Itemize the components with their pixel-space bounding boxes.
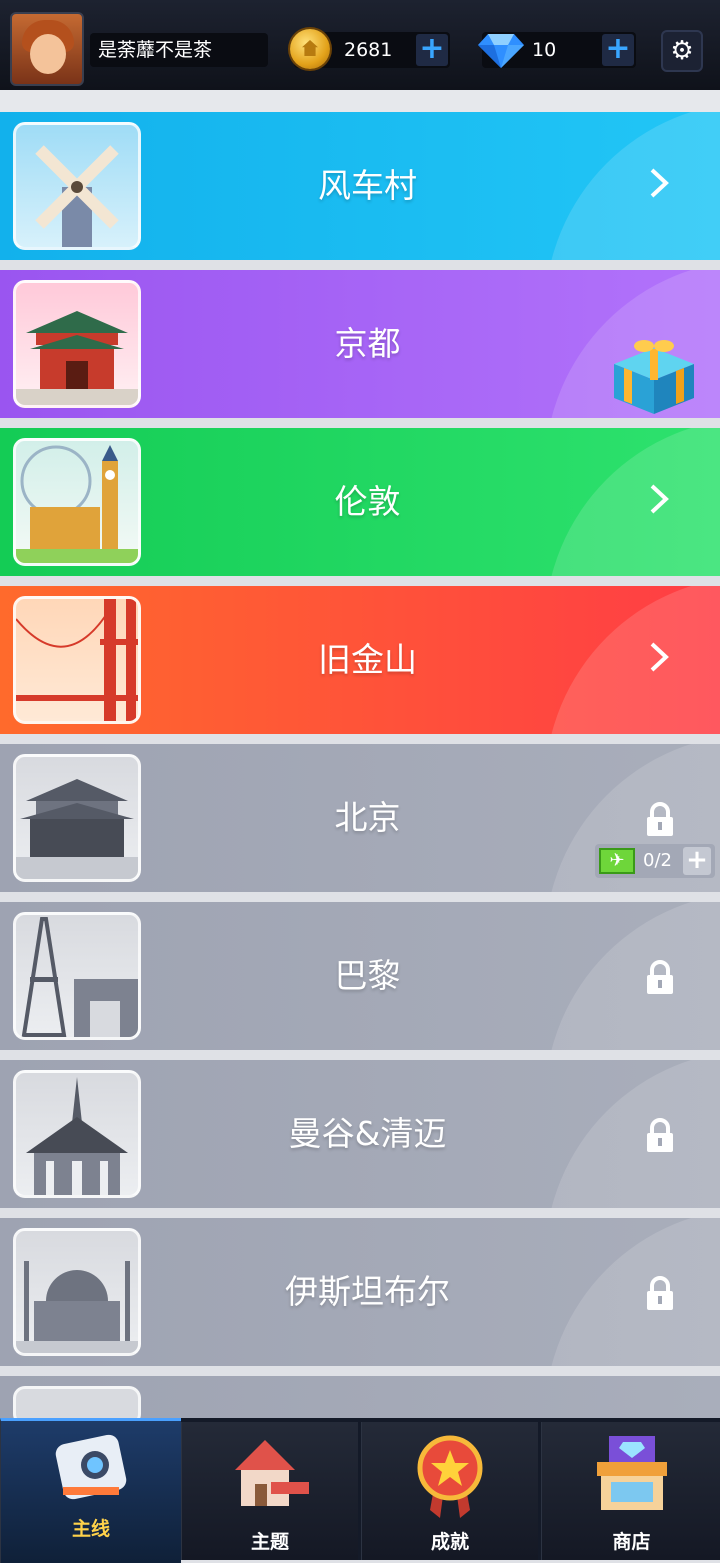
coin-value: 2681	[344, 39, 393, 61]
level-row-london[interactable]: 伦敦	[0, 428, 720, 576]
bottom-nav: 主线 主题 成就 商店	[0, 1418, 720, 1563]
add-gems-button[interactable]: +	[602, 34, 634, 66]
level-row-bangkok-chiangmai[interactable]: 曼谷&清迈	[0, 1060, 720, 1208]
coin-icon	[290, 29, 330, 69]
tab-shop[interactable]: 商店	[541, 1422, 720, 1560]
next-level-thumbnail	[13, 1386, 141, 1418]
gem-value: 10	[532, 39, 557, 61]
level-row-kyoto[interactable]: 京都	[0, 270, 720, 418]
chevron-right-icon	[650, 642, 669, 672]
username: 是荼蘼不是茶	[90, 33, 268, 67]
diamond-icon	[478, 34, 524, 68]
level-title: 曼谷&清迈	[288, 1114, 447, 1153]
level-title: 伦敦	[334, 482, 401, 521]
lock-icon	[647, 1118, 673, 1152]
gift-box-icon[interactable]	[610, 328, 698, 416]
level-title: 伊斯坦布尔	[285, 1272, 450, 1311]
tab-label: 主线	[71, 1518, 110, 1540]
chevron-right-icon	[650, 484, 669, 514]
star-medal-icon	[417, 1435, 483, 1518]
top-bar: 是荼蘼不是茶 2681 + 10 + ⚙	[0, 0, 720, 90]
tab-label: 商店	[612, 1531, 651, 1553]
level-row-istanbul[interactable]: 伊斯坦布尔	[0, 1218, 720, 1366]
unlock-progress: ✈ 0/2 +	[595, 844, 715, 878]
tab-label: 主题	[250, 1531, 289, 1553]
shop-icon	[596, 1436, 667, 1510]
level-title: 巴黎	[334, 956, 401, 995]
settings-button[interactable]: ⚙	[661, 30, 703, 72]
add-coins-button[interactable]: +	[416, 34, 448, 66]
plane-ticket-icon: ✈	[599, 848, 635, 874]
level-title: 旧金山	[318, 640, 417, 679]
camera-icon	[55, 1434, 127, 1500]
unlock-progress-text: 0/2	[643, 850, 672, 871]
house-icon	[235, 1440, 309, 1506]
lock-icon	[647, 802, 673, 836]
tab-themes[interactable]: 主题	[181, 1422, 358, 1560]
tab-achievements[interactable]: 成就	[361, 1422, 538, 1560]
level-row-san-francisco[interactable]: 旧金山	[0, 586, 720, 734]
level-row-windmill-village[interactable]: 风车村	[0, 112, 720, 260]
level-row-paris[interactable]: 巴黎	[0, 902, 720, 1050]
tab-main[interactable]: 主线	[0, 1418, 181, 1563]
avatar-face	[30, 34, 66, 74]
lock-icon	[647, 1276, 673, 1310]
gear-icon: ⚙	[670, 36, 694, 66]
chevron-right-icon	[650, 168, 669, 198]
level-row-beijing[interactable]: 北京 ✈ 0/2 +	[0, 744, 720, 892]
level-row-partial[interactable]	[0, 1376, 720, 1418]
tab-label: 成就	[430, 1531, 469, 1553]
avatar[interactable]	[10, 12, 84, 86]
level-title: 风车村	[318, 166, 417, 205]
header-divider	[0, 90, 720, 112]
add-ticket-button[interactable]: +	[683, 847, 711, 875]
lock-icon	[647, 960, 673, 994]
